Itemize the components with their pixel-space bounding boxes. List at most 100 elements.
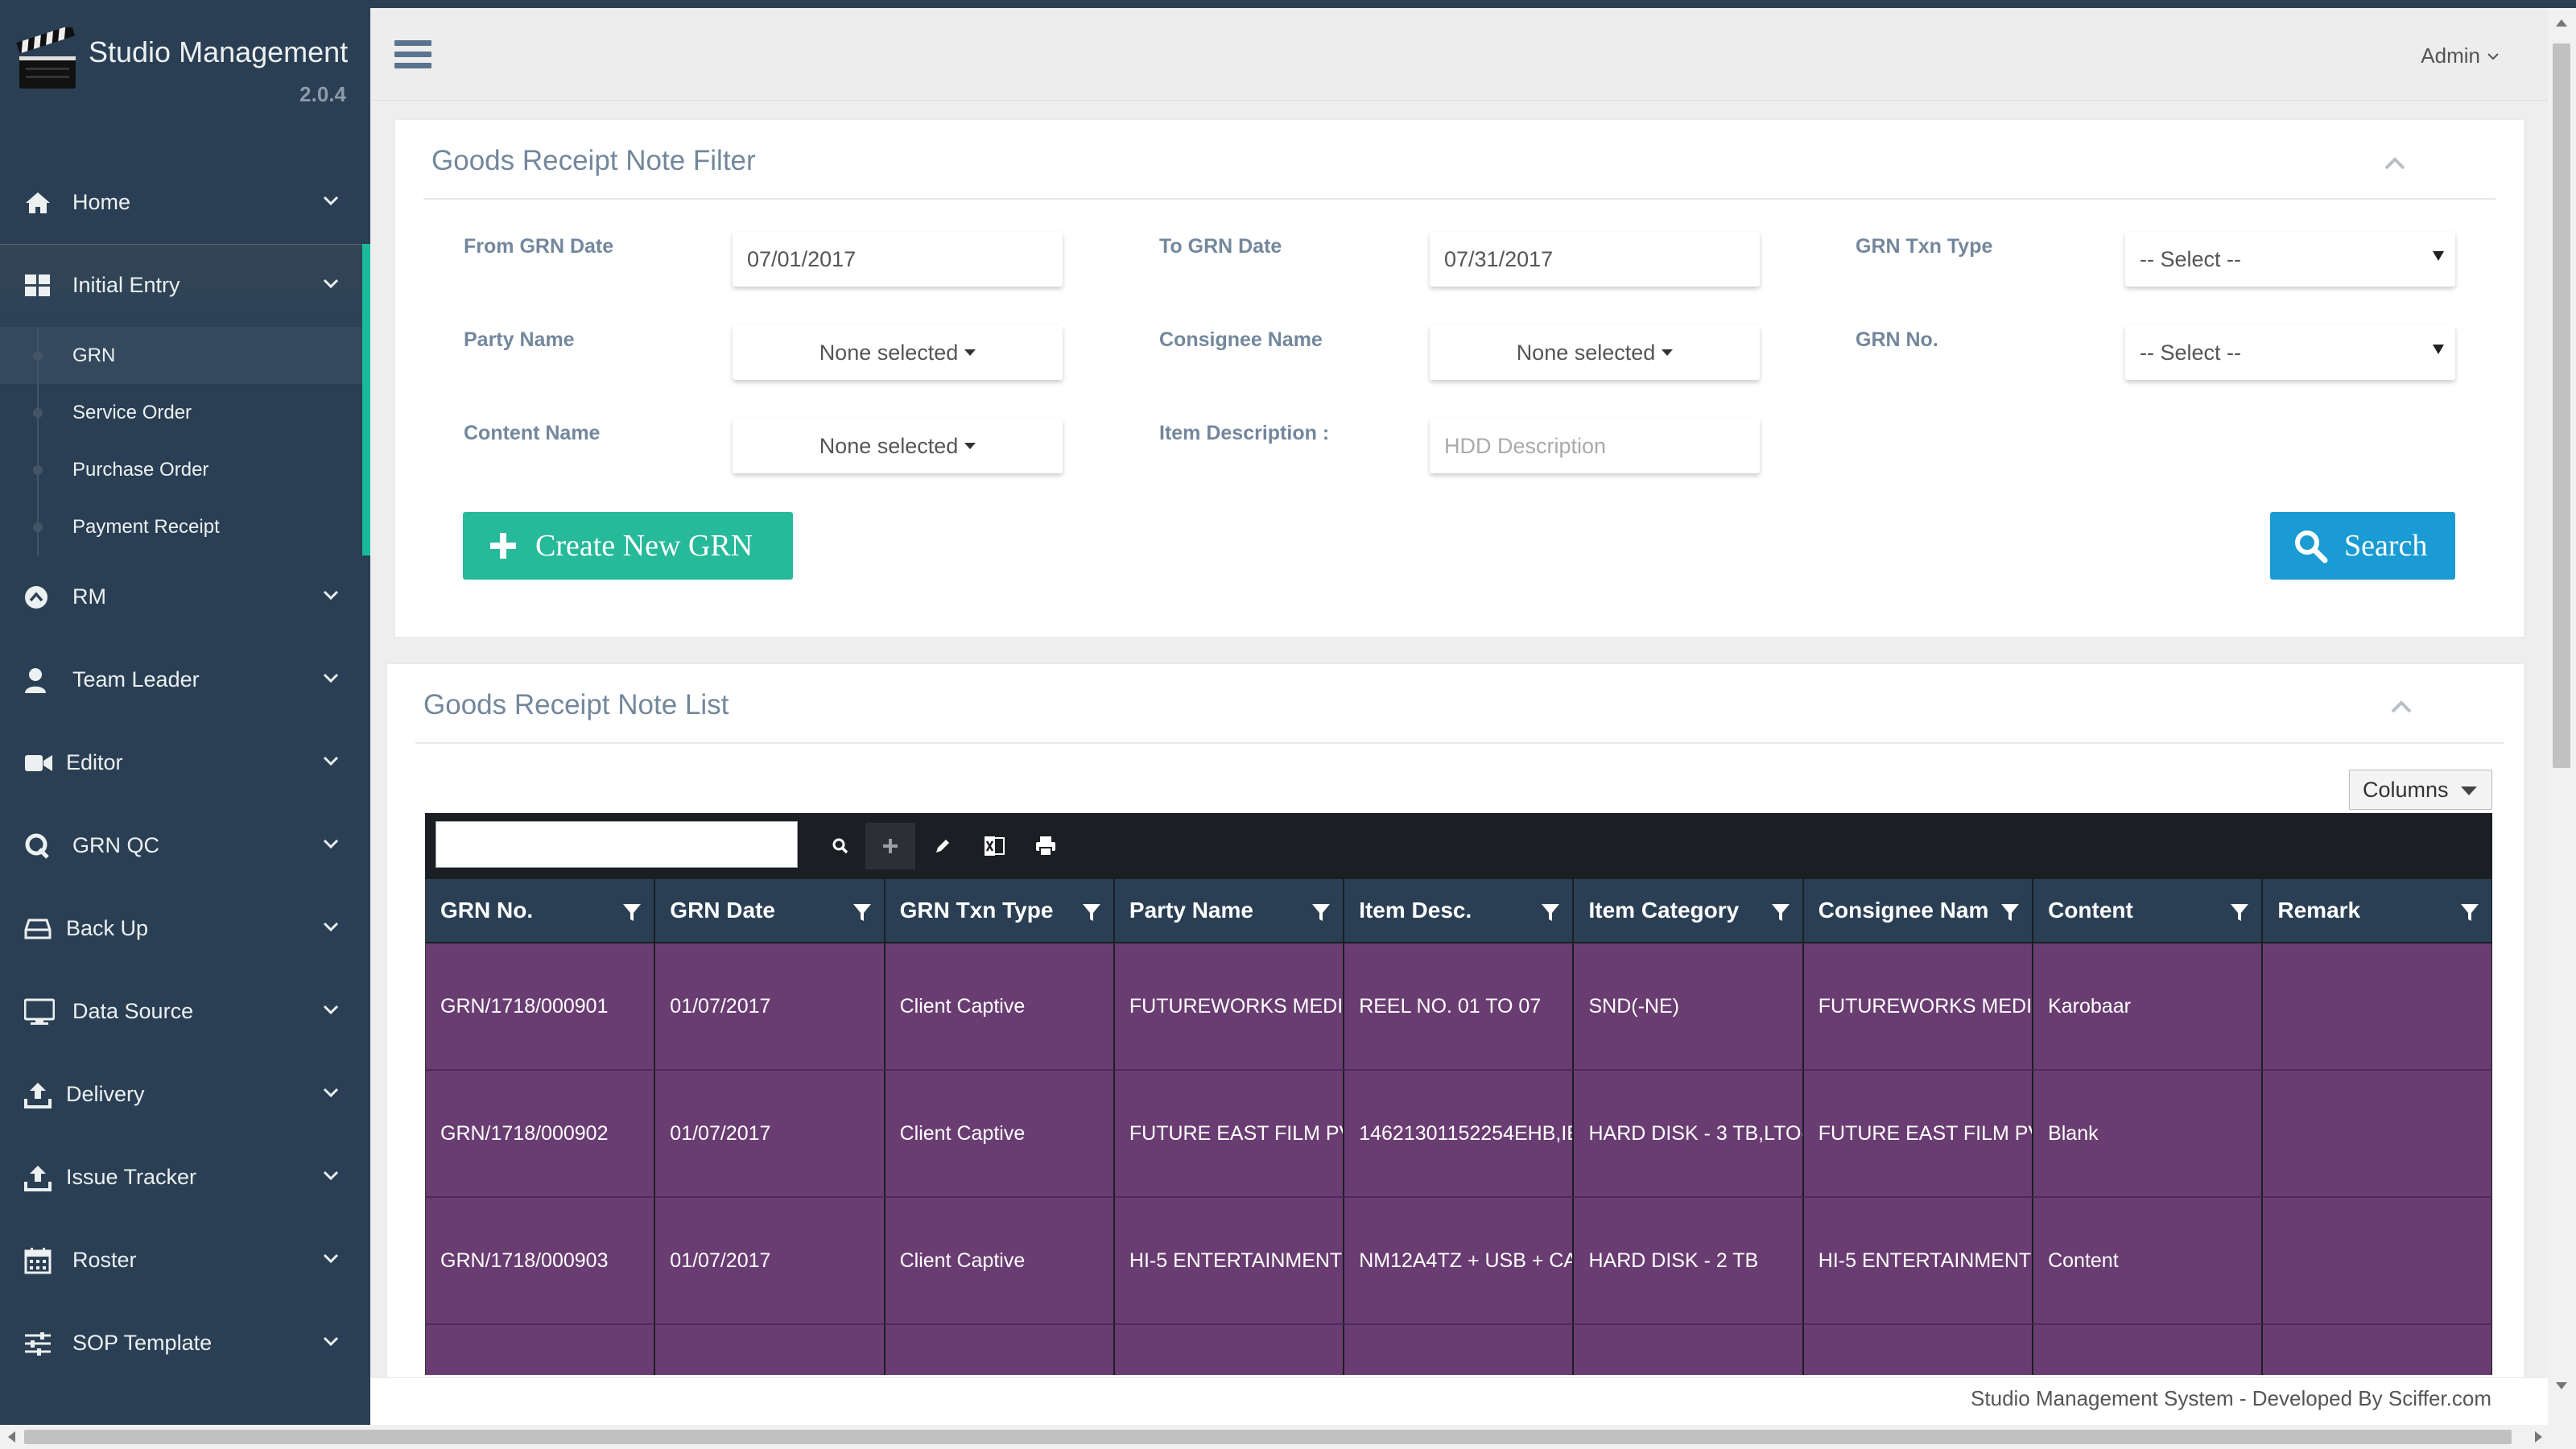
filter-icon[interactable]	[1311, 902, 1331, 923]
consignee-name-label: Consignee Name	[1159, 328, 1323, 351]
column-header[interactable]: Item Category	[1574, 879, 1804, 943]
table-cell: GRN/1718/000902	[426, 1071, 656, 1198]
column-header[interactable]: GRN Date	[655, 879, 886, 943]
table-row[interactable]: GRN/1718/000903 01/07/2017 Client Captive H…	[426, 1198, 2492, 1325]
divider	[423, 198, 2496, 200]
filter-icon[interactable]	[2229, 902, 2250, 923]
filter-icon[interactable]	[2000, 902, 2021, 923]
sidebar-item-grn-qc[interactable]: GRN QC	[0, 804, 370, 887]
to-date-label: To GRN Date	[1159, 235, 1282, 258]
caret-down-icon	[1662, 349, 1674, 356]
sidebar-item-issue-tracker[interactable]: Issue Tracker	[0, 1136, 370, 1219]
filter-icon[interactable]	[1540, 902, 1561, 923]
table-cell: 01/07/2017	[655, 1071, 886, 1198]
sidebar-subitem-service-order[interactable]: Service Order	[0, 384, 362, 441]
search-icon[interactable]	[815, 823, 865, 869]
sidebar-item-data-source[interactable]: Data Source	[0, 970, 370, 1053]
user-menu[interactable]: Admin	[2421, 43, 2500, 68]
column-header[interactable]: Party Name	[1114, 879, 1345, 943]
divider	[415, 742, 2504, 744]
scroll-thumb[interactable]	[24, 1430, 2512, 1444]
create-new-grn-button[interactable]: Create New GRN	[463, 512, 793, 580]
table-cell: FUTUREWORKS MEDIA	[1114, 943, 1345, 1071]
horizontal-scrollbar[interactable]	[0, 1425, 2576, 1449]
footer: Studio Management System - Developed By …	[370, 1378, 2548, 1425]
table-row[interactable]: GRN/1718/000901 01/07/2017 Client Captive F…	[426, 943, 2492, 1071]
content-name-value: None selected	[819, 433, 959, 458]
column-header[interactable]: GRN Txn Type	[885, 879, 1115, 943]
sidebar-item-team-leader[interactable]: Team Leader	[0, 638, 370, 721]
vertical-scrollbar[interactable]	[2548, 8, 2576, 1425]
filter-icon[interactable]	[621, 902, 642, 923]
columns-button-label: Columns	[2363, 777, 2449, 802]
txn-type-select[interactable]: -- Select --	[2125, 232, 2455, 287]
consignee-name-value: None selected	[1516, 340, 1656, 365]
excel-export-icon[interactable]	[969, 823, 1019, 869]
column-header-label: Content	[2048, 898, 2133, 923]
chevron-down-icon	[323, 1336, 339, 1347]
scroll-left-icon[interactable]	[8, 1431, 15, 1443]
sidebar-subitem-label: Purchase Order	[72, 458, 209, 481]
brand[interactable]: Studio Management 2.0.4	[16, 24, 354, 121]
print-icon[interactable]	[1021, 823, 1071, 869]
columns-dropdown-button[interactable]: Columns	[2349, 770, 2492, 810]
app-title: Studio Management	[89, 35, 349, 68]
party-name-multiselect[interactable]: None selected	[733, 325, 1063, 380]
filter-icon[interactable]	[852, 902, 873, 923]
column-header[interactable]: Content	[2033, 879, 2264, 943]
table-cell: Content	[2033, 1198, 2264, 1325]
table-search-input[interactable]	[436, 821, 798, 868]
table-cell: FUTUREWORKS MEDIA	[1803, 943, 2034, 1071]
edit-icon[interactable]	[918, 823, 968, 869]
content-name-multiselect[interactable]: None selected	[733, 419, 1063, 473]
sidebar-subitem-payment-receipt[interactable]: Payment Receipt	[0, 498, 362, 555]
table-cell	[2263, 1071, 2492, 1198]
sidebar-item-sop-template[interactable]: SOP Template	[0, 1302, 370, 1385]
column-header[interactable]: Consignee Nam	[1803, 879, 2034, 943]
sidebar-item-editor[interactable]: Editor	[0, 721, 370, 804]
table-row[interactable]: GRN/1718/000902 01/07/2017 Client Captive F…	[426, 1071, 2492, 1198]
sidebar-item-rm[interactable]: RM	[0, 555, 370, 638]
sidebar-item-label: Initial Entry	[72, 273, 180, 297]
sidebar-subitem-purchase-order[interactable]: Purchase Order	[0, 441, 362, 498]
grn-no-label: GRN No.	[1856, 328, 1938, 351]
menu-toggle-icon[interactable]	[394, 40, 431, 71]
sliders-icon	[24, 1327, 60, 1360]
search-button[interactable]: Search	[2270, 512, 2455, 580]
table-cell: HARD DISK - 3 TB,LTO-	[1574, 1071, 1804, 1198]
column-header[interactable]: GRN No.	[426, 879, 656, 943]
app-version: 2.0.4	[299, 82, 346, 106]
search-button-label: Search	[2344, 529, 2428, 563]
sidebar-item-roster[interactable]: Roster	[0, 1219, 370, 1302]
scroll-down-icon[interactable]	[2556, 1382, 2567, 1389]
grn-no-select[interactable]: -- Select --	[2125, 325, 2455, 380]
filter-icon[interactable]	[2459, 902, 2480, 923]
caret-down-icon	[2461, 786, 2477, 795]
column-header[interactable]: Remark	[2263, 879, 2492, 943]
sidebar-item-home[interactable]: Home	[0, 161, 370, 244]
consignee-name-multiselect[interactable]: None selected	[1430, 325, 1760, 380]
sidebar-item-back-up[interactable]: Back Up	[0, 887, 370, 970]
top-strip	[0, 0, 2576, 8]
sidebar-item-delivery[interactable]: Delivery	[0, 1053, 370, 1136]
filter-icon[interactable]	[1770, 902, 1791, 923]
chevron-up-icon[interactable]	[2383, 155, 2407, 171]
column-header-label: GRN No.	[440, 898, 534, 923]
table-cell: HI-5 ENTERTAINMENTS	[1803, 1198, 2034, 1325]
chevron-up-icon[interactable]	[2389, 699, 2413, 715]
sidebar-subitem-grn[interactable]: GRN	[0, 327, 362, 384]
sidebar-subitem-label: Payment Receipt	[72, 515, 220, 538]
scroll-up-icon[interactable]	[2556, 19, 2567, 27]
to-date-input[interactable]: 07/31/2017	[1430, 232, 1760, 287]
search-icon	[2295, 530, 2328, 564]
from-date-input[interactable]: 07/01/2017	[733, 232, 1063, 287]
scroll-thumb[interactable]	[2553, 43, 2570, 768]
column-header[interactable]: Item Desc.	[1344, 879, 1575, 943]
add-icon[interactable]	[865, 823, 915, 869]
table-cell: Client Captive	[885, 1071, 1115, 1198]
scroll-right-icon[interactable]	[2535, 1431, 2542, 1443]
table-row[interactable]	[426, 1325, 2492, 1375]
filter-icon[interactable]	[1081, 902, 1102, 923]
item-description-input[interactable]: HDD Description	[1430, 419, 1760, 473]
sidebar-item-initial-entry[interactable]: Initial Entry	[0, 244, 370, 327]
